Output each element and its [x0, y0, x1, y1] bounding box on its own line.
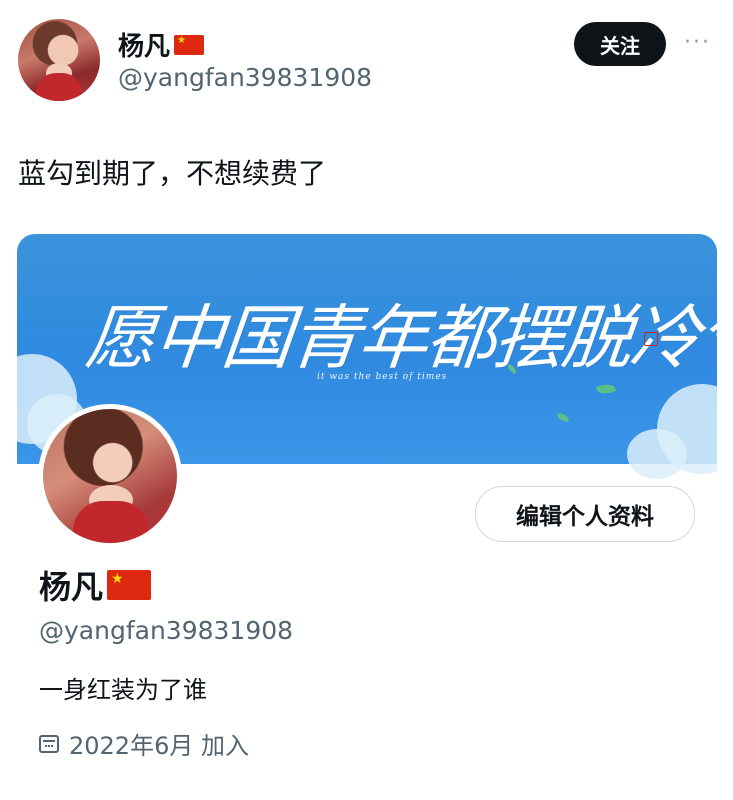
banner-subtitle: it was the best of times: [317, 372, 448, 382]
profile-card-image[interactable]: 愿中国青年都摆脱冷气 it was the best of times 编辑个人…: [17, 234, 717, 794]
author-handle[interactable]: @yangfan39831908: [118, 63, 372, 92]
calendar-icon: [39, 734, 59, 753]
profile-name: 杨凡: [39, 568, 104, 606]
profile-joined-row: 2022年6月 加入: [39, 726, 249, 761]
profile-bio: 一身红装为了谁: [39, 676, 207, 704]
avatar-dress: [36, 73, 82, 101]
follow-button[interactable]: 关注: [574, 22, 666, 66]
china-flag-icon: [107, 570, 152, 600]
author-name[interactable]: 杨凡: [118, 26, 170, 63]
profile-avatar: [38, 404, 182, 548]
leaf-decoration: [556, 413, 570, 422]
edit-profile-button[interactable]: 编辑个人资料: [475, 486, 695, 542]
leaf-decoration: [595, 381, 617, 397]
profile-name-row: 杨凡: [39, 562, 152, 608]
seal-stamp: [644, 332, 658, 346]
tweet-text: 蓝勾到期了，不想续费了: [18, 157, 327, 190]
china-flag-icon: [174, 34, 205, 55]
joined-date: 2022年6月 加入: [69, 732, 249, 760]
cloud-shape: [627, 429, 687, 479]
banner-title: 愿中国青年都摆脱冷气: [82, 297, 717, 379]
author-name-row[interactable]: 杨凡: [118, 26, 205, 63]
more-icon[interactable]: ···: [684, 30, 711, 55]
avatar-dress: [73, 501, 149, 543]
profile-handle: @yangfan39831908: [39, 616, 294, 645]
author-avatar[interactable]: [18, 19, 100, 101]
